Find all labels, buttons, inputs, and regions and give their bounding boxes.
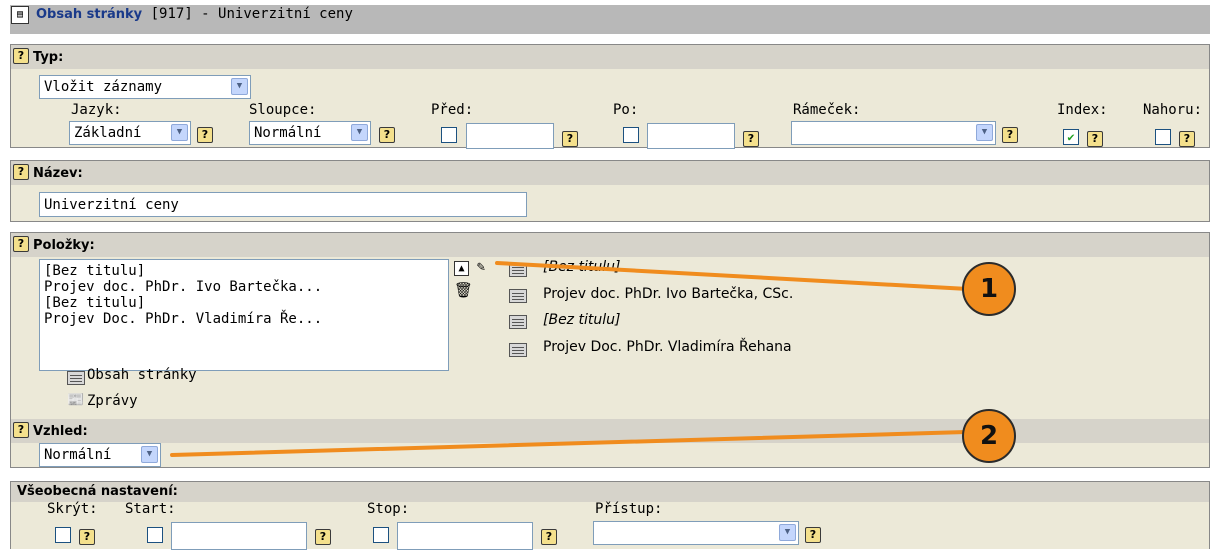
callout-badge-2: 2 — [962, 409, 1016, 463]
callout-line-1 — [495, 261, 970, 291]
callout-badge-1: 1 — [962, 262, 1016, 316]
callout-line-2 — [170, 430, 968, 457]
callout-lines — [170, 261, 970, 457]
